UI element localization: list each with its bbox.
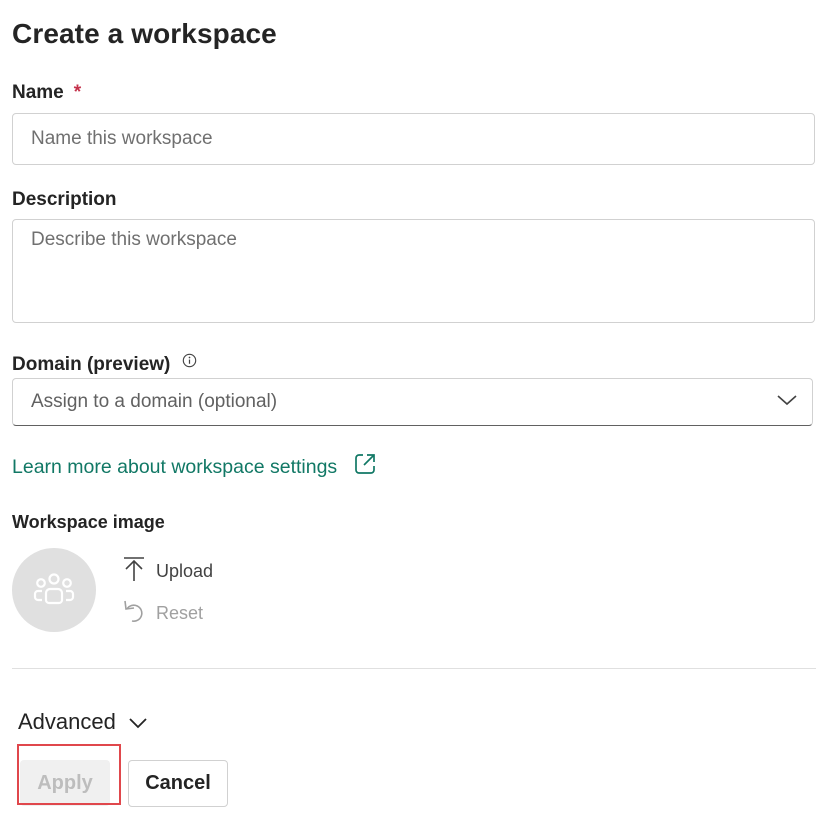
description-textarea[interactable]: [12, 219, 815, 323]
apply-highlight-box: [17, 744, 121, 805]
upload-label: Upload: [156, 561, 214, 581]
required-mark: *: [73, 82, 82, 103]
divider: [12, 668, 816, 669]
learn-more-link[interactable]: Learn more about workspace settings: [12, 452, 377, 482]
name-input[interactable]: [12, 113, 815, 165]
cancel-button[interactable]: Cancel: [128, 760, 228, 807]
description-label: Description: [12, 189, 117, 210]
domain-dropdown[interactable]: Assign to a domain (optional): [12, 378, 813, 426]
name-label-text: Name: [12, 82, 64, 103]
external-link-icon: [353, 452, 377, 482]
chevron-down-icon: [116, 709, 148, 735]
upload-button[interactable]: Upload: [122, 556, 213, 587]
domain-dropdown-value: Assign to a domain (optional): [31, 391, 278, 412]
domain-label-text: Domain (preview): [12, 354, 171, 375]
reset-label: Reset: [156, 603, 204, 623]
learn-more-link-text: Learn more about workspace settings: [12, 455, 338, 478]
undo-icon: [122, 598, 146, 629]
upload-icon: [122, 556, 146, 587]
workspace-image-label: Workspace image: [12, 512, 165, 532]
advanced-toggle[interactable]: Advanced: [18, 709, 148, 735]
name-label: Name *: [12, 82, 81, 104]
page-title: Create a workspace: [12, 18, 277, 49]
chevron-down-icon: [776, 393, 798, 412]
info-icon[interactable]: [182, 352, 197, 374]
people-group-icon: [32, 570, 76, 611]
reset-button[interactable]: Reset: [122, 598, 203, 629]
advanced-label: Advanced: [18, 709, 116, 734]
domain-label: Domain (preview): [12, 354, 197, 376]
workspace-avatar: [12, 548, 96, 632]
